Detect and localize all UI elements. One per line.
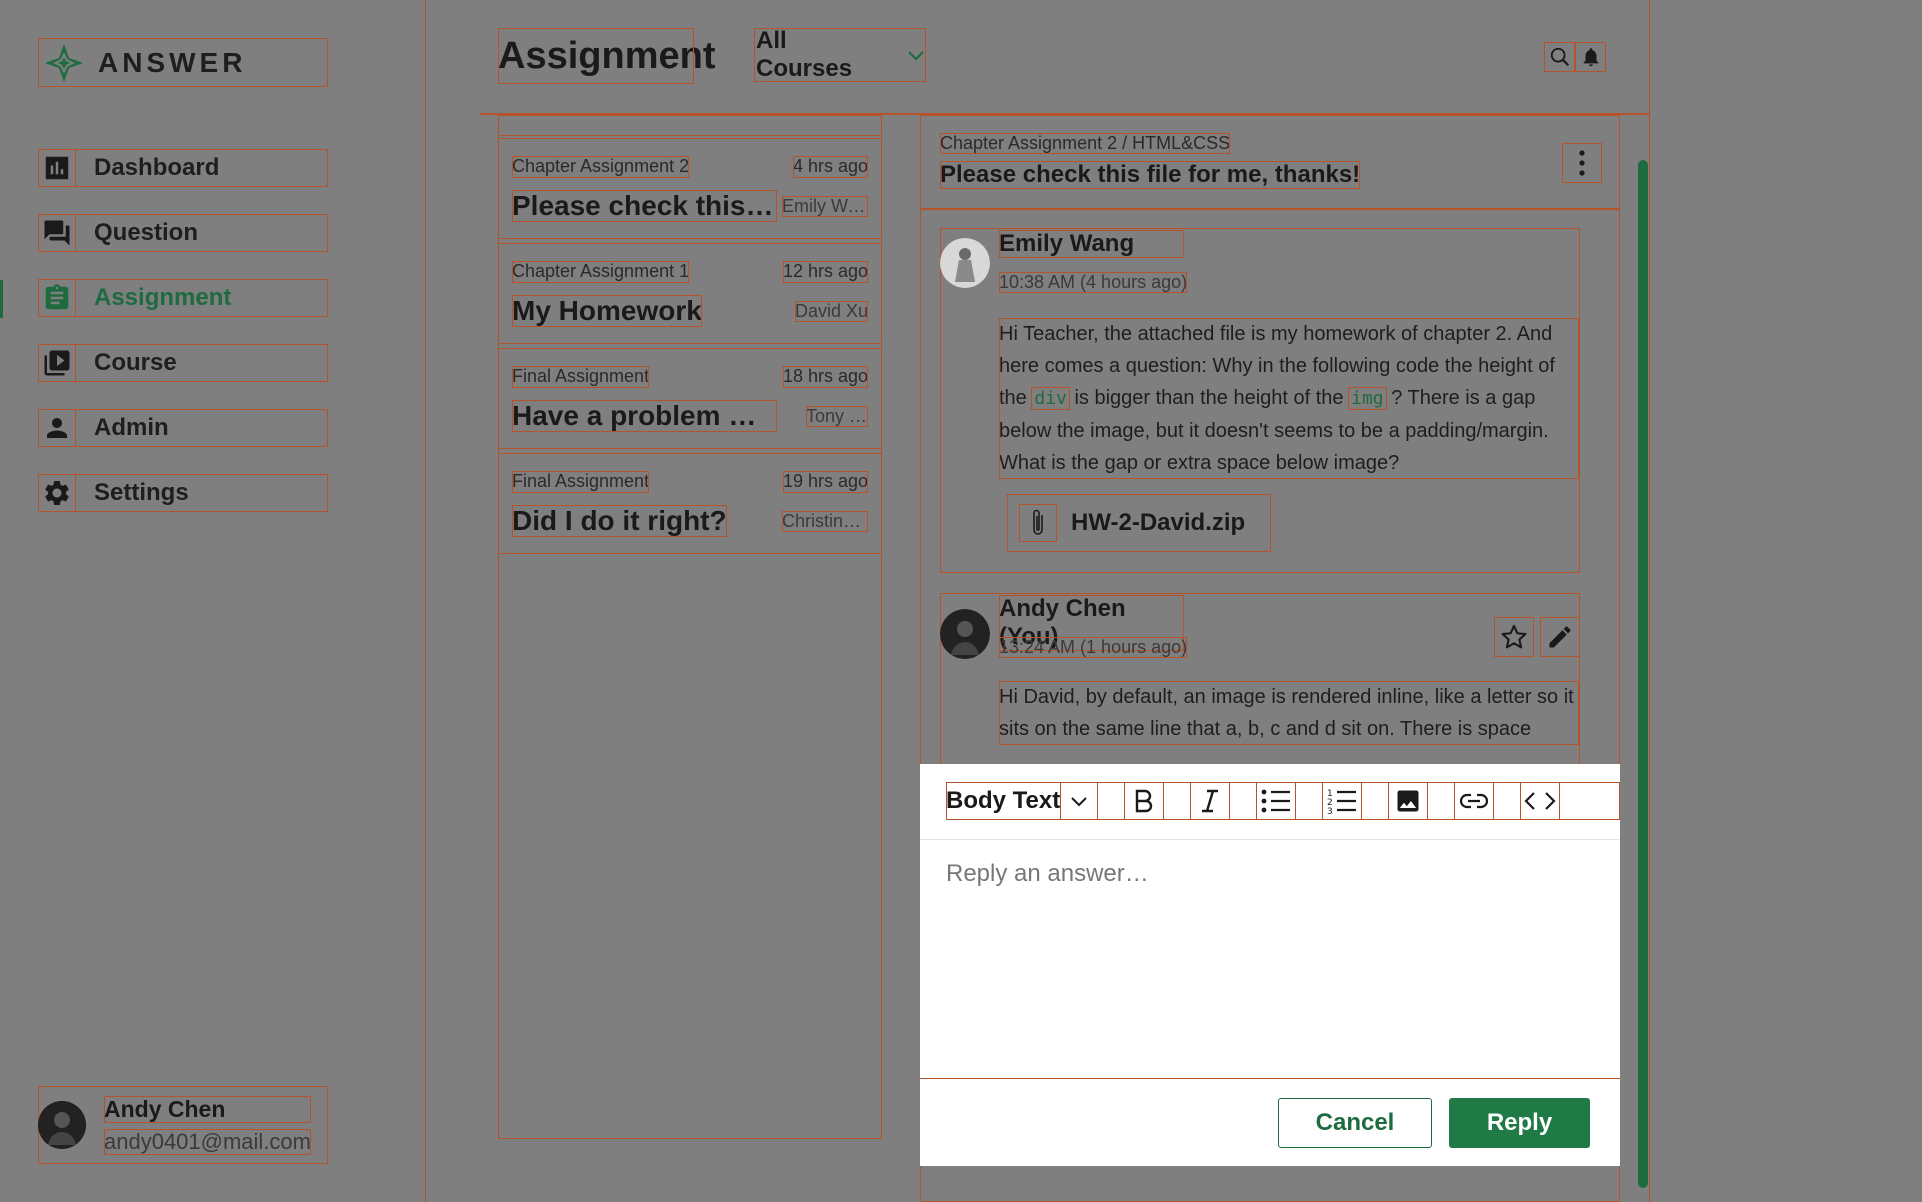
assignment-title: Did I do it right? [512,505,727,537]
sidebar-item-question[interactable]: Question [38,214,328,252]
editor-footer-divider [920,1078,1620,1079]
insert-image-icon[interactable] [1388,782,1429,820]
cancel-button[interactable]: Cancel [1278,1098,1432,1148]
chevron-down-icon [908,51,924,61]
sidebar-item-label: Course [94,349,177,376]
inline-code: img [1348,387,1387,410]
logo-icon [45,43,83,82]
post-time: 13:24 AM (1 hours ago) [999,637,1188,658]
sidebar-item-assignment[interactable]: Assignment [38,279,328,317]
numbered-list-icon[interactable]: 123 [1322,782,1363,820]
assignment-time: 4 hrs ago [792,156,868,178]
insert-link-icon[interactable] [1454,782,1495,820]
search-icon[interactable] [1544,42,1575,72]
assignment-author: Christina Lin [782,510,868,532]
chat-bubbles-icon [38,214,76,252]
more-options-icon[interactable] [1562,143,1602,183]
text-format-label: Body Text [946,787,1061,814]
chevron-down-icon [1060,782,1099,820]
list-item[interactable]: Chapter Assignment 2 4 hrs ago Please ch… [498,138,882,239]
post-text: is bigger than the height of the [1074,387,1344,409]
sidebar-item-admin[interactable]: Admin [38,409,328,447]
bold-icon[interactable] [1124,782,1165,820]
breadcrumb: Chapter Assignment 2 / HTML&CSS [940,133,1231,154]
svg-text:3: 3 [1327,807,1333,815]
code-icon[interactable] [1520,782,1561,820]
course-filter-label: All Courses [756,27,853,82]
avatar [38,1101,86,1149]
avatar [940,238,990,288]
reply-input[interactable] [946,860,1596,1050]
toolbar-divider [920,839,1620,840]
avatar [940,609,990,659]
sidebar-item-label: Settings [94,479,189,506]
course-filter-select[interactable]: All Courses [754,27,926,82]
sidebar-item-label: Admin [94,414,169,441]
text-format-select[interactable]: Body Text [946,782,1099,820]
sidebar-item-dashboard[interactable]: Dashboard [38,149,328,187]
gear-icon [38,474,76,512]
sidebar-item-label: Assignment [94,284,232,311]
current-user-card[interactable]: Andy Chen andy0401@mail.com [38,1086,328,1164]
post-body: Hi Teacher, the attached file is my home… [999,318,1579,479]
header-actions [1544,42,1606,72]
list-header [498,115,882,136]
thread-header: Chapter Assignment 2 / HTML&CSS Please c… [920,115,1620,210]
attachment-name: HW-2-David.zip [1071,509,1246,536]
clipboard-icon [38,279,76,317]
sidebar-item-course[interactable]: Course [38,344,328,382]
list-item[interactable]: Final Assignment 19 hrs ago Did I do it … [498,453,882,554]
post-actions [1494,617,1580,657]
assignment-chapter: Chapter Assignment 2 [512,156,690,178]
assignment-author: Tony Lee [806,405,868,427]
reply-button[interactable]: Reply [1449,1098,1590,1148]
assignment-title: My Homework [512,295,702,327]
sidebar-nav: Dashboard Question Assignment Course Adm… [38,149,328,539]
assignment-author: David Xu [794,300,868,322]
post-time: 10:38 AM (4 hours ago) [999,272,1188,293]
assignment-time: 12 hrs ago [782,261,868,283]
page-title: Assignment [498,28,715,84]
italic-icon[interactable] [1190,782,1231,820]
video-library-icon [38,344,76,382]
editor-toolbar: Body Text 123 [946,782,1620,820]
assignment-title: Please check this file for me, thanks! [512,190,777,222]
assignment-author: Emily Wang [782,195,868,217]
user-name: Andy Chen [104,1095,311,1123]
assignment-time: 19 hrs ago [782,471,868,493]
sidebar: ANSWER Dashboard Question Assignment Cou… [0,0,426,1202]
logo-text: ANSWER [98,46,247,78]
assignment-chapter: Chapter Assignment 1 [512,261,690,283]
person-icon [38,409,76,447]
attachment-file[interactable]: HW-2-David.zip [1007,494,1271,552]
notification-bell-icon[interactable] [1575,42,1606,72]
list-item[interactable]: Final Assignment 18 hrs ago Have a probl… [498,348,882,449]
sidebar-item-label: Question [94,219,199,246]
post-body: Hi David, by default, an image is render… [999,681,1579,745]
assignment-time: 18 hrs ago [782,366,868,388]
post-author: Emily Wang [999,230,1184,258]
edit-pencil-icon[interactable] [1540,617,1580,657]
assignment-chapter: Final Assignment [512,471,650,493]
assignment-list: Chapter Assignment 2 4 hrs ago Please ch… [498,115,882,1139]
sidebar-item-settings[interactable]: Settings [38,474,328,512]
star-icon[interactable] [1494,617,1534,657]
bar-chart-icon [38,149,76,187]
paperclip-icon [1019,504,1057,542]
thread-title: Please check this file for me, thanks! [940,161,1361,189]
active-nav-indicator [0,280,3,318]
list-item[interactable]: Chapter Assignment 1 12 hrs ago My Homew… [498,243,882,344]
thread-scrollbar[interactable] [1638,160,1648,1188]
assignment-title: Have a problem with the final assignment [512,400,777,432]
reply-editor: Body Text 123 Cancel Reply [920,764,1620,1166]
sidebar-item-label: Dashboard [94,154,220,181]
post: Emily Wang 10:38 AM (4 hours ago) Hi Tea… [940,228,1580,573]
user-email: andy0401@mail.com [104,1128,311,1155]
bullet-list-icon[interactable] [1256,782,1297,820]
app-logo[interactable]: ANSWER [38,38,328,87]
inline-code: div [1031,387,1070,410]
assignment-chapter: Final Assignment [512,366,650,388]
